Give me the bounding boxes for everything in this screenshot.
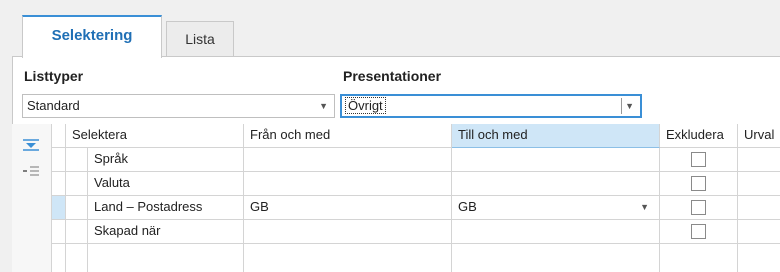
exkludera-cell xyxy=(660,220,738,244)
chevron-down-icon[interactable]: ▼ xyxy=(640,196,649,218)
fran-cell[interactable] xyxy=(244,244,452,272)
row-indicator[interactable] xyxy=(52,244,66,272)
row-indent xyxy=(66,196,88,220)
urval-cell[interactable] xyxy=(738,244,780,272)
till-value: GB xyxy=(458,199,477,214)
till-select[interactable]: GB ▼ xyxy=(452,196,660,220)
exkludera-checkbox[interactable] xyxy=(691,152,706,167)
row-indicator-header xyxy=(52,124,66,148)
column-header-fran[interactable]: Från och med xyxy=(244,124,452,148)
presentationer-label: Presentationer xyxy=(343,68,442,84)
row-indent xyxy=(66,148,88,172)
exkludera-cell xyxy=(660,172,738,196)
collapse-icon[interactable] xyxy=(22,164,40,178)
fran-cell[interactable] xyxy=(244,172,452,196)
column-header-selektera[interactable]: Selektera xyxy=(66,124,244,148)
till-cell[interactable] xyxy=(452,220,660,244)
exkludera-checkbox[interactable] xyxy=(691,176,706,191)
row-indicator[interactable] xyxy=(52,172,66,196)
row-indent xyxy=(66,172,88,196)
presentationer-value: Övrigt xyxy=(345,97,386,114)
listtyper-select[interactable]: Standard ▼ xyxy=(22,94,335,118)
till-cell[interactable] xyxy=(452,172,660,196)
urval-cell[interactable] xyxy=(738,172,780,196)
exkludera-cell xyxy=(660,196,738,220)
move-down-icon[interactable] xyxy=(22,138,40,152)
tab-lista[interactable]: Lista xyxy=(166,21,234,56)
row-indicator[interactable] xyxy=(52,148,66,172)
listtyper-value: Standard xyxy=(27,98,80,113)
urval-cell[interactable] xyxy=(738,148,780,172)
urval-cell[interactable] xyxy=(738,220,780,244)
row-indent xyxy=(66,244,88,272)
exkludera-cell xyxy=(660,148,738,172)
urval-cell[interactable] xyxy=(738,196,780,220)
exkludera-checkbox[interactable] xyxy=(691,200,706,215)
list-item: Land – Postadress xyxy=(88,196,244,220)
list-item: Skapad när xyxy=(88,220,244,244)
row-indent xyxy=(66,220,88,244)
fran-cell[interactable] xyxy=(244,220,452,244)
till-cell[interactable] xyxy=(452,148,660,172)
column-header-exkludera[interactable]: Exkludera xyxy=(660,124,738,148)
exkludera-checkbox[interactable] xyxy=(691,224,706,239)
chevron-down-icon[interactable]: ▼ xyxy=(319,95,328,117)
fran-cell[interactable] xyxy=(244,148,452,172)
till-cell[interactable] xyxy=(452,244,660,272)
column-header-urval[interactable]: Urval xyxy=(738,124,780,148)
row-indicator-selected[interactable] xyxy=(52,196,66,220)
chevron-down-icon[interactable]: ▼ xyxy=(625,96,634,116)
row-indicator[interactable] xyxy=(52,220,66,244)
listtyper-label: Listtyper xyxy=(24,68,84,84)
grid-side-toolbar xyxy=(12,124,52,272)
fran-cell[interactable]: GB xyxy=(244,196,452,220)
presentationer-select[interactable]: Övrigt ▼ xyxy=(340,94,642,118)
tab-bar: Selektering Lista xyxy=(0,0,780,58)
selection-grid: Selektera Från och med Till och med Exkl… xyxy=(12,124,780,272)
list-item: Språk xyxy=(88,148,244,172)
combo-separator xyxy=(621,98,622,114)
column-header-till[interactable]: Till och med xyxy=(452,124,660,148)
list-item: Valuta xyxy=(88,172,244,196)
list-item xyxy=(88,244,244,272)
tab-selektering[interactable]: Selektering xyxy=(22,15,162,58)
exkludera-cell xyxy=(660,244,738,272)
